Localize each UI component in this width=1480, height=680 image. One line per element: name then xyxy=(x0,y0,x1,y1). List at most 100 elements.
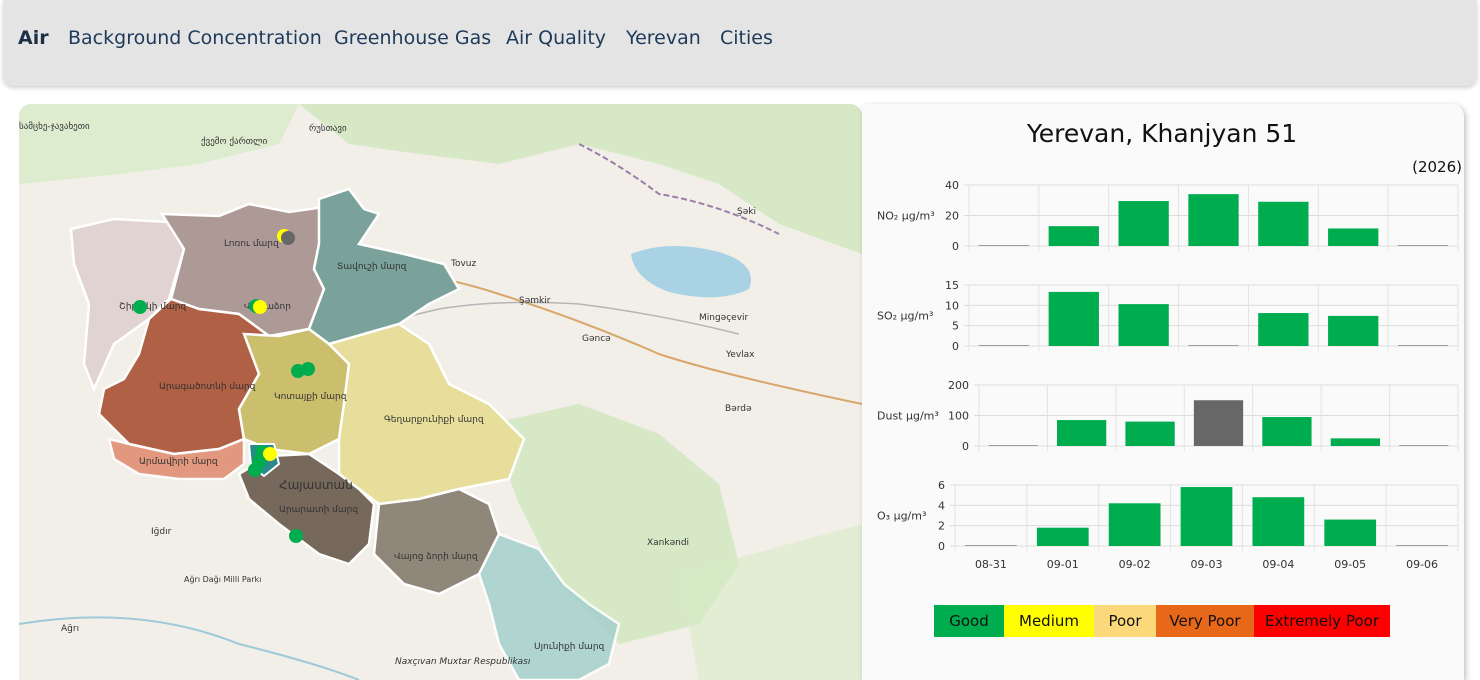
bar-1-09-03 xyxy=(1188,345,1239,346)
station-marker-yerevan-4[interactable] xyxy=(248,463,262,477)
bar-3-09-02 xyxy=(1108,503,1161,546)
map-label-mingachevir: Mingəçevir xyxy=(699,313,749,323)
map-label-sheki: Şəki xyxy=(737,207,756,217)
y-tick-label: 15 xyxy=(945,279,959,292)
bar-3-09-04 xyxy=(1252,497,1305,546)
nav-item-greenhouse-gas[interactable]: Greenhouse Gas xyxy=(334,27,491,49)
bar-2-08-31 xyxy=(988,445,1038,446)
x-tick-label: 09-01 xyxy=(1047,558,1079,571)
map-label-yevlax: Yevlax xyxy=(725,350,755,360)
map-label-gegharkunik: Գեղարքունիքի մարզ xyxy=(384,415,484,425)
bar-1-09-02 xyxy=(1118,304,1169,346)
bar-1-09-04 xyxy=(1258,313,1309,346)
x-tick-label: 08-31 xyxy=(975,558,1007,571)
station-marker-alaverdi-2[interactable] xyxy=(281,231,295,245)
bar-1-08-31 xyxy=(978,345,1030,346)
station-detail-panel: Yerevan, Khanjyan 51 (2026) 0 20 40 NO₂ µg/… xyxy=(862,104,1464,680)
y-tick-label: 2 xyxy=(938,520,945,533)
bar-0-09-06 xyxy=(1397,245,1449,246)
y-tick-label: 4 xyxy=(938,499,945,512)
map-label-kotayk: Կոտայքի մարզ xyxy=(274,392,347,402)
station-marker-hrazdan-2[interactable] xyxy=(301,362,315,376)
x-tick-label: 09-05 xyxy=(1334,558,1366,571)
x-tick-label: 09-03 xyxy=(1191,558,1223,571)
y-tick-label: 0 xyxy=(962,440,969,453)
map-label-tavush: Տավուշի մարզ xyxy=(337,262,407,272)
map-view[interactable]: რუსთავი ქვემო ქართლი სამცხე-ჯავახეთი Լոռ… xyxy=(19,104,862,680)
station-marker-gyumri[interactable] xyxy=(133,300,147,314)
map-label-syunik: Սյունիքի մարզ xyxy=(534,642,605,652)
map-label-samtskhe: სამცხე-ჯავახეთი xyxy=(19,121,90,132)
bar-0-09-05 xyxy=(1328,228,1379,246)
map-label-agri-park: Ağrı Dağı Milli Parkı xyxy=(184,575,261,584)
bar-2-09-04 xyxy=(1262,417,1312,446)
map-label-hayastan: Հայաստան xyxy=(279,478,353,492)
bar-0-09-04 xyxy=(1258,201,1309,246)
y-axis-label: SO₂ µg/m³ xyxy=(877,310,933,323)
x-tick-label: 09-02 xyxy=(1119,558,1151,571)
map-label-shamkir: Şəmkir xyxy=(519,296,551,306)
bar-0-09-03 xyxy=(1188,194,1239,246)
bar-2-09-06 xyxy=(1399,445,1449,446)
bar-2-09-03 xyxy=(1193,400,1244,446)
legend-item: Very Poor xyxy=(1156,605,1254,637)
map-label-kvemo-kartli: ქვემო ქართლი xyxy=(201,136,268,147)
map-label-barda: Bərdə xyxy=(725,404,752,414)
station-marker-ararat[interactable] xyxy=(289,529,303,543)
map-canvas[interactable]: რუსთავი ქვემო ქართლი სამცხე-ჯავახეთი Լոռ… xyxy=(19,104,862,680)
map-label-armavir: Արմավիրի մարզ xyxy=(139,457,218,467)
y-tick-label: 100 xyxy=(948,410,969,423)
map-label-agri: Ağrı xyxy=(61,624,79,634)
y-tick-label: 5 xyxy=(952,320,959,333)
bar-1-09-05 xyxy=(1328,315,1379,346)
y-tick-label: 10 xyxy=(945,299,959,312)
nav-item-air-quality[interactable]: Air Quality xyxy=(506,27,606,49)
bar-3-09-05 xyxy=(1324,519,1377,546)
y-tick-label: 0 xyxy=(938,540,945,553)
nav-item-air[interactable]: Air xyxy=(18,27,49,49)
legend-item: Poor xyxy=(1094,605,1156,637)
y-tick-label: 0 xyxy=(952,340,959,353)
map-label-tovuz: Tovuz xyxy=(450,259,477,269)
legend-item: Good xyxy=(934,605,1004,637)
y-tick-label: 6 xyxy=(938,479,945,492)
top-navigation-bar: Air Background Concentration Greenhouse … xyxy=(3,0,1477,86)
bar-2-09-05 xyxy=(1330,438,1380,446)
legend-item: Medium xyxy=(1004,605,1094,637)
bar-0-09-01 xyxy=(1048,226,1099,246)
legend-item: Extremely Poor xyxy=(1254,605,1390,637)
map-label-vayots-dzor: Վայոց ձորի մարզ xyxy=(394,552,478,562)
map-label-rustavi: რუსთავი xyxy=(309,123,347,134)
bar-1-09-01 xyxy=(1048,291,1099,346)
y-axis-label: Dust µg/m³ xyxy=(877,410,939,423)
bar-3-09-06 xyxy=(1396,545,1448,546)
y-tick-label: 0 xyxy=(952,240,959,253)
bar-3-09-01 xyxy=(1036,527,1089,546)
y-axis-label: NO₂ µg/m³ xyxy=(877,210,935,223)
bar-3-09-03 xyxy=(1180,487,1233,546)
bar-2-09-01 xyxy=(1057,420,1107,446)
bar-2-09-02 xyxy=(1125,421,1175,446)
y-axis-label: O₃ µg/m³ xyxy=(877,510,926,523)
air-quality-legend: Good Medium Poor Very Poor Extremely Poor xyxy=(934,605,1390,637)
bar-1-09-06 xyxy=(1397,345,1449,346)
bar-3-08-31 xyxy=(965,545,1017,546)
x-tick-label: 09-06 xyxy=(1406,558,1438,571)
map-label-lori: Լոռու մարզ xyxy=(224,239,279,249)
map-label-shirak: Շիրակի մարզ xyxy=(119,302,186,312)
bar-0-08-31 xyxy=(978,245,1030,246)
y-tick-label: 20 xyxy=(945,210,959,223)
map-label-ganja: Gəncə xyxy=(582,334,611,344)
nav-item-yerevan[interactable]: Yerevan xyxy=(626,27,701,49)
y-tick-label: 40 xyxy=(945,179,959,192)
map-label-aragatsotn: Արագածոտնի մարզ xyxy=(159,382,256,392)
station-marker-vanadzor-2[interactable] xyxy=(253,300,267,314)
map-label-ararat: Արարատի մարզ xyxy=(279,505,358,515)
nav-item-cities[interactable]: Cities xyxy=(720,27,773,49)
map-label-igdir: Iğdır xyxy=(151,527,172,537)
nav-item-background-concentration[interactable]: Background Concentration xyxy=(68,27,322,49)
bar-0-09-02 xyxy=(1118,201,1169,246)
x-tick-label: 09-04 xyxy=(1262,558,1294,571)
map-label-khankendi: Xankəndi xyxy=(647,538,689,548)
pollutant-charts: 02040NO₂ µg/m³051015SO₂ µg/m³0100200Dust… xyxy=(877,179,1459,571)
